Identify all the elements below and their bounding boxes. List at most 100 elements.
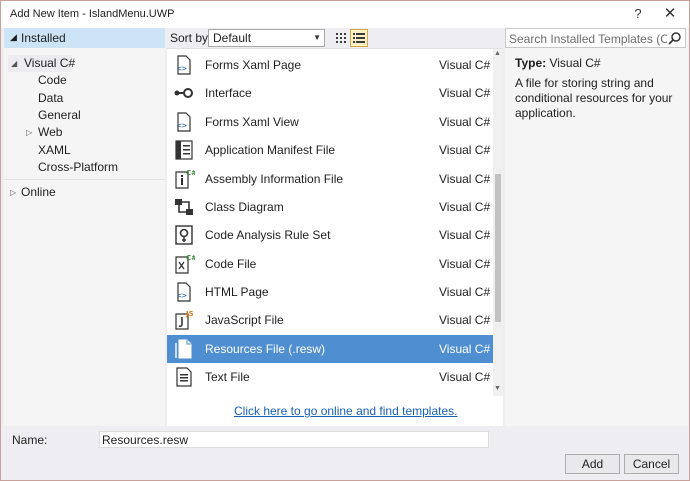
template-row[interactable]: Interface Visual C# xyxy=(167,79,493,107)
template-language: Visual C# xyxy=(439,228,491,242)
template-name: JavaScript File xyxy=(205,313,284,327)
search-input[interactable]: Search Installed Templates (Ctrl+E) xyxy=(505,28,686,48)
list-view-icon xyxy=(353,33,365,43)
online-link-area: Click here to go online and find templat… xyxy=(167,396,503,426)
collapse-triangle-icon[interactable]: ◢ xyxy=(10,32,17,43)
name-field[interactable]: Resources.resw xyxy=(99,431,489,448)
collapsed-triangle-icon[interactable]: ▷ xyxy=(26,124,32,141)
text-file-icon xyxy=(176,367,192,387)
template-language: Visual C# xyxy=(439,285,491,299)
svg-text:JS: JS xyxy=(185,310,194,318)
tree-item-visual-csharp[interactable]: ◢ Visual C# xyxy=(8,55,76,72)
sort-dropdown[interactable]: Default ▼ xyxy=(208,29,325,47)
tree-item-label: Data xyxy=(38,91,64,105)
template-row[interactable]: <> HTML Page Visual C# xyxy=(167,278,493,306)
collapsed-triangle-icon[interactable]: ▷ xyxy=(10,184,16,201)
add-button[interactable]: Add xyxy=(565,454,620,474)
help-button[interactable]: ? xyxy=(627,4,649,24)
sort-toolbar: Sort by: Default ▼ xyxy=(167,28,503,48)
installed-header[interactable]: ◢ Installed xyxy=(4,28,165,48)
template-row[interactable]: JS JavaScript File Visual C# xyxy=(167,306,493,334)
tree-item-general[interactable]: General xyxy=(38,107,81,124)
template-row[interactable]: C# Code File Visual C# xyxy=(167,250,493,278)
find-templates-online-link[interactable]: Click here to go online and find templat… xyxy=(234,404,457,418)
template-language: Visual C# xyxy=(439,86,491,100)
tree-item-label: Online xyxy=(21,185,56,199)
assembly-info-icon: C# xyxy=(175,169,195,189)
tree-item-online[interactable]: ▷ Online xyxy=(8,184,88,201)
tree-item-cross-platform[interactable]: Cross-Platform xyxy=(38,159,118,176)
code-file-icon: C# xyxy=(175,254,195,274)
forms-xaml-icon: <> xyxy=(177,112,191,132)
tree-item-label: Web xyxy=(38,125,63,139)
resources-file-icon xyxy=(175,339,192,359)
expanded-triangle-icon[interactable]: ◢ xyxy=(11,55,17,72)
template-language: Visual C# xyxy=(439,342,491,356)
tree-item-code[interactable]: Code xyxy=(38,72,67,89)
template-name: Forms Xaml View xyxy=(205,115,299,129)
chevron-down-icon: ▼ xyxy=(313,33,321,42)
add-new-item-dialog: Add New Item - IslandMenu.UWP ? ✕ ◢ Inst… xyxy=(0,0,690,481)
template-description: A file for storing string and conditiona… xyxy=(515,76,673,120)
svg-text:<>: <> xyxy=(177,64,187,73)
template-name: Text File xyxy=(205,370,250,384)
title-bar: Add New Item - IslandMenu.UWP ? ✕ xyxy=(1,1,689,28)
template-row[interactable]: Application Manifest File Visual C# xyxy=(167,136,493,164)
sort-label: Sort by: xyxy=(170,31,212,45)
template-language: Visual C# xyxy=(439,58,491,72)
sort-value: Default xyxy=(213,31,252,45)
template-row[interactable]: Code Analysis Rule Set Visual C# xyxy=(167,221,493,249)
category-tree: ◢ Installed ◢ Visual C# Code Data Genera… xyxy=(4,28,165,426)
scroll-thumb[interactable] xyxy=(495,174,501,322)
template-name: Code File xyxy=(205,257,257,271)
interface-icon xyxy=(174,88,193,98)
svg-text:<>: <> xyxy=(177,291,187,300)
template-row[interactable]: Text File Visual C# xyxy=(167,363,493,391)
close-button[interactable]: ✕ xyxy=(659,4,681,24)
template-type: Type: Visual C# xyxy=(515,56,601,70)
template-name: Assembly Information File xyxy=(205,172,344,186)
template-language: Visual C# xyxy=(439,370,491,384)
scroll-down-arrow-icon[interactable]: ▼ xyxy=(494,385,501,392)
template-row[interactable]: Class Diagram Visual C# xyxy=(167,193,493,221)
installed-label: Installed xyxy=(21,31,66,45)
tree-item-label: Visual C# xyxy=(24,56,76,70)
template-name: Class Diagram xyxy=(205,200,284,214)
rule-set-icon xyxy=(175,225,193,245)
forms-xaml-icon: <> xyxy=(177,55,191,75)
name-label: Name: xyxy=(12,433,48,447)
svg-text:C#: C# xyxy=(186,169,195,177)
tree-item-web[interactable]: ▷ Web xyxy=(26,124,86,141)
template-list-scrollbar[interactable]: ▲ ▼ xyxy=(493,49,503,397)
type-label: Type: xyxy=(515,56,547,70)
scroll-up-arrow-icon[interactable]: ▲ xyxy=(494,50,501,57)
template-language: Visual C# xyxy=(439,172,491,186)
tree-item-xaml[interactable]: XAML xyxy=(38,142,71,159)
template-row-selected[interactable]: Resources File (.resw) Visual C# xyxy=(167,335,493,363)
tree-item-data[interactable]: Data xyxy=(38,90,63,107)
tree-item-label: General xyxy=(38,108,81,122)
list-view-button[interactable] xyxy=(350,29,368,47)
template-name: Forms Xaml Page xyxy=(205,58,302,72)
window-title: Add New Item - IslandMenu.UWP xyxy=(10,8,175,20)
search-icon[interactable] xyxy=(667,31,683,47)
template-name: Resources File (.resw) xyxy=(205,342,326,356)
template-name: Application Manifest File xyxy=(205,143,336,157)
cancel-button[interactable]: Cancel xyxy=(624,454,679,474)
template-language: Visual C# xyxy=(439,200,491,214)
tree-item-label: Code xyxy=(38,73,67,87)
template-language: Visual C# xyxy=(439,257,491,271)
template-language: Visual C# xyxy=(439,313,491,327)
grid-view-button[interactable] xyxy=(332,29,350,47)
template-row[interactable]: <> Forms Xaml View Visual C# xyxy=(167,108,493,136)
template-row[interactable]: <> Forms Xaml Page Visual C# xyxy=(167,51,493,79)
template-language: Visual C# xyxy=(439,115,491,129)
tree-item-label: XAML xyxy=(38,143,71,157)
manifest-icon xyxy=(175,140,193,160)
grid-view-icon xyxy=(336,33,346,43)
html-icon: <> xyxy=(177,282,191,302)
svg-text:<>: <> xyxy=(177,121,187,130)
template-list: <> Forms Xaml Page Visual C# Interface V… xyxy=(167,48,503,397)
template-name: Interface xyxy=(205,86,252,100)
template-row[interactable]: C# Assembly Information File Visual C# xyxy=(167,165,493,193)
